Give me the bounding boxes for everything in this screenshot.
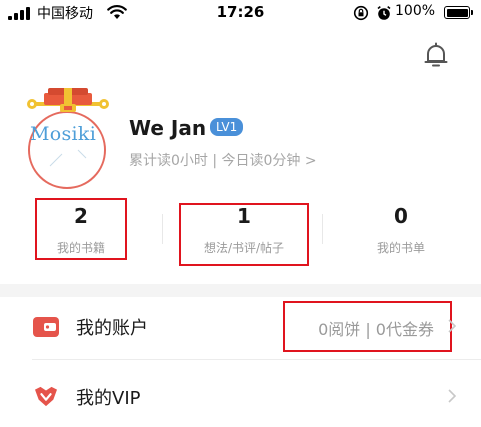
reading-time-link[interactable]: 累计读0小时 | 今日读0分钟 >: [129, 150, 317, 170]
stat-value: 2: [74, 204, 88, 228]
divider: [322, 214, 323, 244]
chevron-right-icon: [448, 389, 457, 403]
stat-thoughts-reviews-posts[interactable]: 1 想法/书评/帖子: [181, 198, 307, 262]
stat-label: 我的书单: [376, 241, 425, 255]
user-name: We Jan: [129, 116, 207, 140]
battery-percentage: 100%: [395, 3, 436, 19]
rotation-lock-icon: [353, 5, 369, 21]
alarm-icon: [377, 5, 391, 20]
level-badge: LV1: [210, 118, 244, 136]
stat-label: 我的书籍: [56, 241, 105, 255]
profile-screen: 中国移动 17:26 100% Mosiki We Jan LV1 累计读0小时…: [0, 0, 481, 427]
stat-my-booklists[interactable]: 0 我的书单: [340, 198, 462, 262]
avatar-decor: [49, 149, 87, 167]
battery-icon: [444, 6, 473, 19]
wallet-icon: [33, 317, 59, 337]
stat-label: 想法/书评/帖子: [203, 241, 285, 255]
stat-my-books[interactable]: 2 我的书籍: [37, 198, 125, 262]
status-bar: 中国移动 17:26 100%: [0, 0, 481, 26]
chevron-right-icon: [448, 319, 457, 333]
avatar-text: Mosiki: [30, 123, 97, 145]
account-balance: 0阅饼 | 0代金券: [318, 320, 434, 339]
stat-value: 1: [237, 204, 251, 228]
gift-box-icon: [27, 88, 109, 112]
menu-item-my-vip[interactable]: 我的VIP: [0, 365, 481, 427]
stat-value: 0: [394, 204, 408, 228]
crown-icon: [35, 386, 57, 407]
divider: [162, 214, 163, 244]
menu-label: 我的账户: [76, 318, 148, 339]
bell-icon[interactable]: [423, 41, 449, 69]
divider: [32, 359, 481, 360]
menu-label: 我的VIP: [76, 388, 141, 409]
menu-item-my-account[interactable]: 我的账户 0阅饼 | 0代金券: [0, 298, 481, 360]
section-separator: [0, 284, 481, 297]
